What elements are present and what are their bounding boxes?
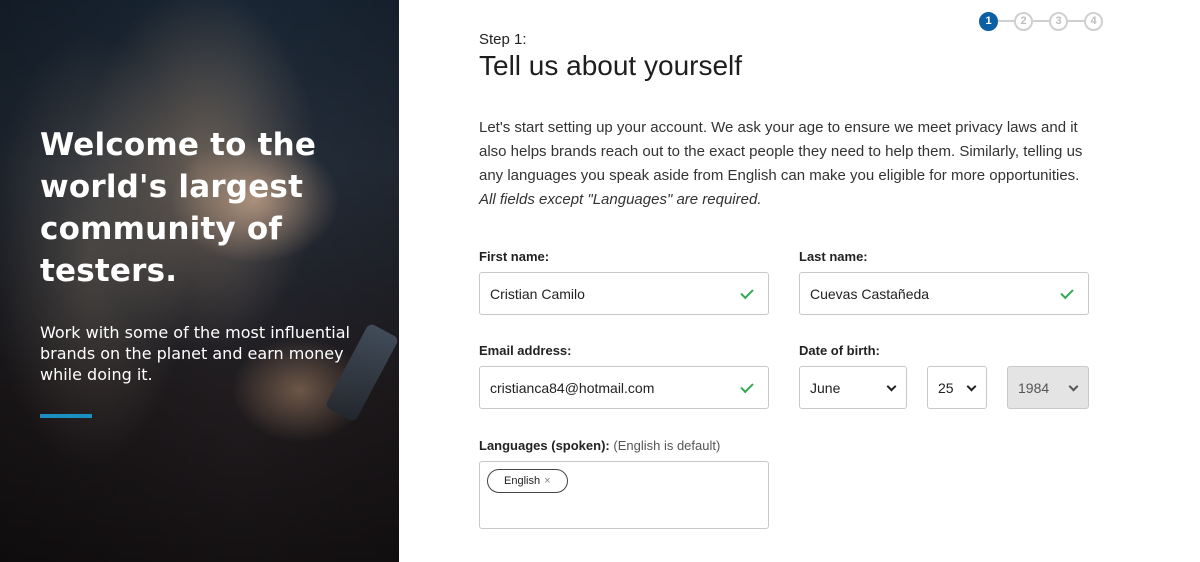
step-indicator-3: 3 <box>1049 11 1068 31</box>
dob-year-select[interactable]: 1984 <box>1007 366 1089 409</box>
step-indicator-2: 2 <box>1014 11 1033 31</box>
email-label: Email address: <box>479 343 572 358</box>
languages-hint: (English is default) <box>613 438 721 453</box>
chevron-down-icon <box>1068 381 1079 392</box>
languages-label-text: Languages (spoken): <box>479 438 610 453</box>
intro-paragraph: Let's start setting up your account. We … <box>479 116 1099 212</box>
languages-label: Languages (spoken): (English is default) <box>479 438 720 453</box>
first-name-input[interactable] <box>479 272 769 315</box>
remove-tag-icon[interactable]: × <box>544 475 550 487</box>
language-tag-label: English <box>504 475 541 487</box>
step-indicator-1: 1 <box>979 11 998 31</box>
hero-title: Welcome to the world's largest community… <box>40 127 317 289</box>
chevron-down-icon <box>886 381 897 392</box>
step-connector <box>1033 20 1049 22</box>
hero-accent-bar <box>40 414 92 418</box>
intro-required-note: All fields except "Languages" are requir… <box>479 191 762 208</box>
languages-tag-input[interactable]: English × <box>479 461 769 529</box>
page-title: Tell us about yourself <box>479 50 743 81</box>
dob-month-select[interactable]: June <box>799 366 907 409</box>
last-name-label: Last name: <box>799 249 868 264</box>
email-input[interactable] <box>479 366 769 409</box>
dob-label: Date of birth: <box>799 343 880 358</box>
first-name-label: First name: <box>479 249 550 264</box>
last-name-input[interactable] <box>799 272 1089 315</box>
intro-text: Let's start setting up your account. We … <box>479 119 1083 184</box>
chevron-down-icon <box>966 381 977 392</box>
step-label: Step 1: <box>479 31 527 48</box>
dob-day-value: 25 <box>938 379 954 396</box>
step-indicator-4: 4 <box>1084 11 1103 31</box>
language-tag-english: English × <box>487 469 568 493</box>
dob-year-value: 1984 <box>1018 379 1050 396</box>
dob-month-value: June <box>810 379 841 396</box>
hero-subtitle: Work with some of the most influential b… <box>40 323 350 384</box>
progress-stepper: 1 2 3 4 <box>979 11 1103 31</box>
dob-day-select[interactable]: 25 <box>927 366 987 409</box>
step-connector <box>998 20 1014 22</box>
step-connector <box>1068 20 1084 22</box>
hero-panel: Welcome to the world's largest community… <box>0 0 399 562</box>
